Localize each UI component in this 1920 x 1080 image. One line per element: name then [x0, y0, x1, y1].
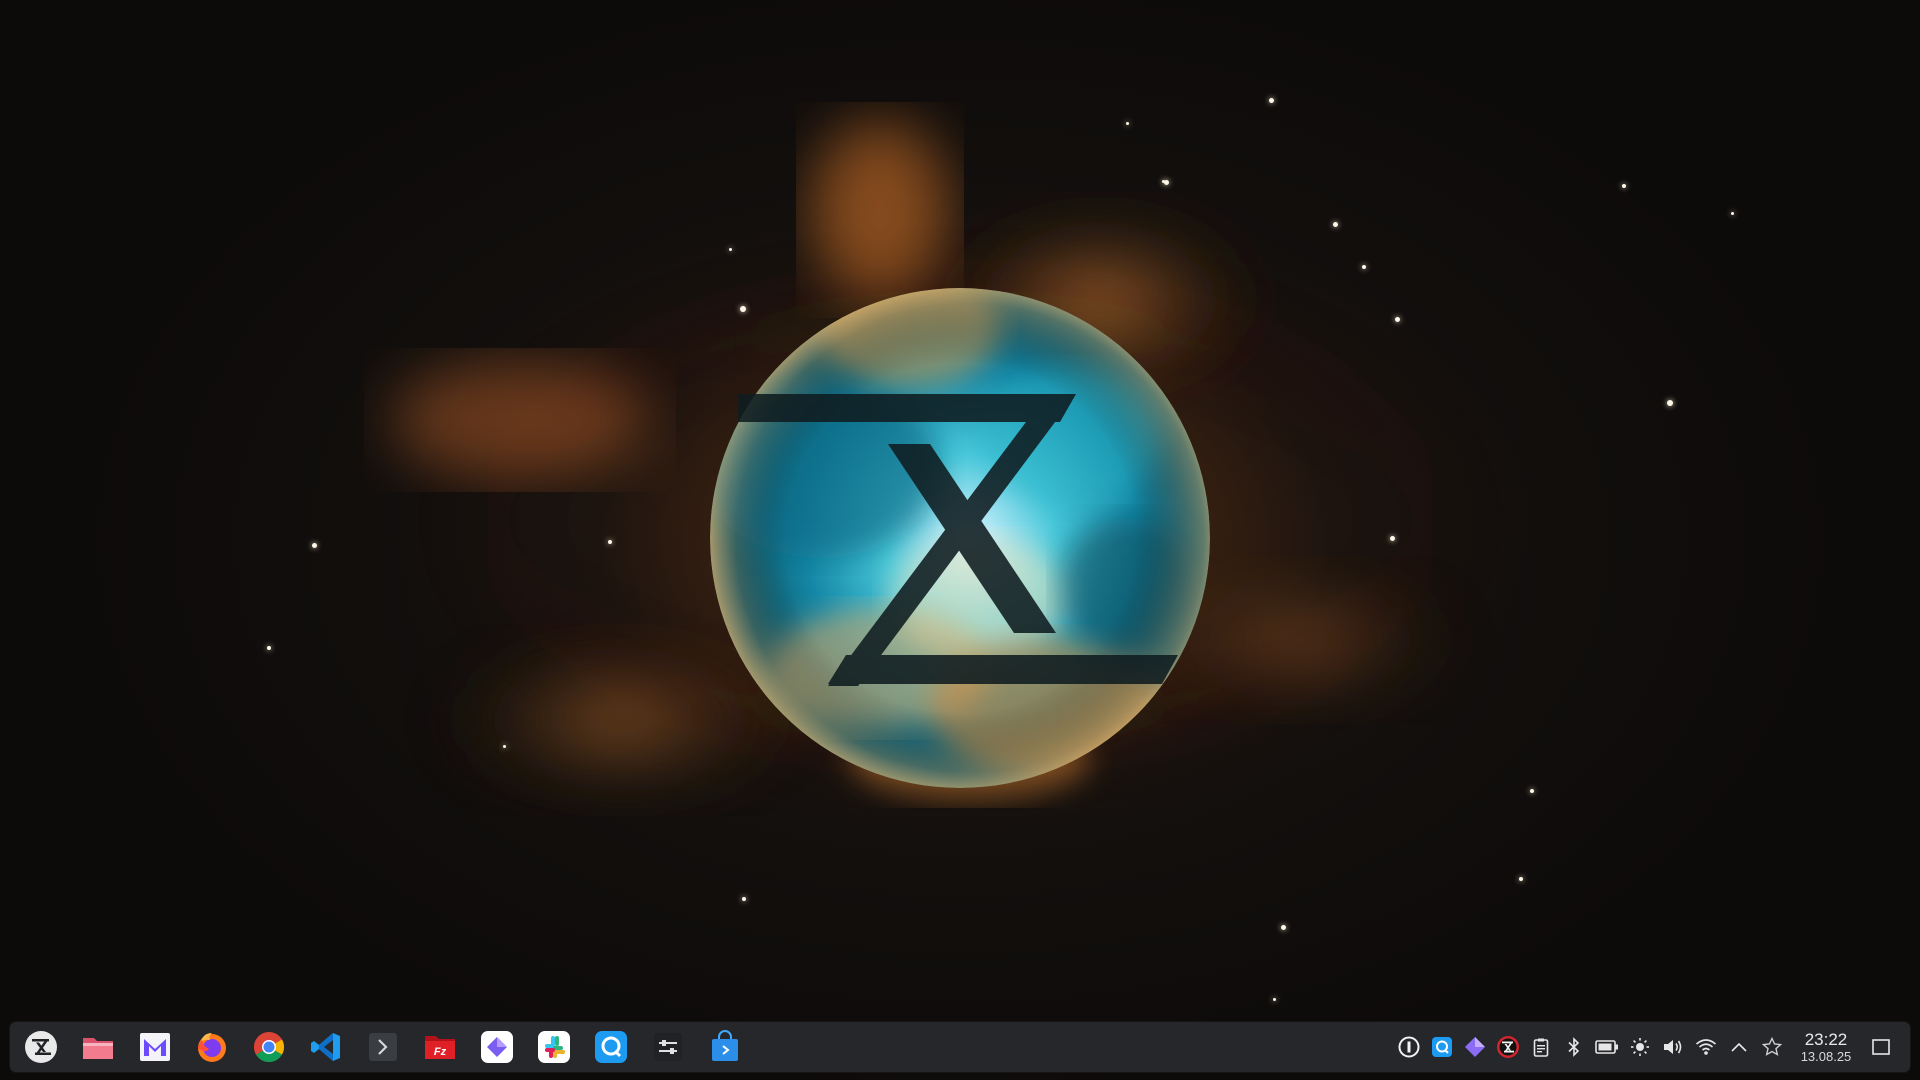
- settings-tweaks-button[interactable]: [645, 1024, 691, 1070]
- chat-tray[interactable]: [1425, 1027, 1458, 1067]
- sliders-icon: [654, 1033, 682, 1061]
- firefox-icon: [198, 1033, 226, 1062]
- terminal-icon: [369, 1033, 397, 1061]
- system-logo-tray-icon: [1496, 1036, 1519, 1058]
- star: [312, 543, 317, 548]
- bluetooth-tray[interactable]: [1557, 1027, 1590, 1067]
- svg-text:Fz: Fz: [434, 1046, 447, 1058]
- filezilla-button[interactable]: Fz: [417, 1024, 463, 1070]
- store-icon: [712, 1030, 738, 1061]
- wifi-tray[interactable]: [1689, 1027, 1722, 1067]
- chat-app-button[interactable]: [588, 1024, 634, 1070]
- task-manager: Fz: [10, 1022, 759, 1072]
- show-desktop-icon: [1872, 1039, 1890, 1055]
- slack-icon: [538, 1031, 570, 1063]
- pin-icon: [1761, 1037, 1782, 1056]
- desktop: [0, 0, 1920, 1080]
- folder-icon: [83, 1038, 113, 1059]
- show-desktop-button[interactable]: [1862, 1027, 1900, 1067]
- mail-icon: [140, 1033, 170, 1061]
- star: [608, 540, 612, 544]
- battery-tray[interactable]: [1590, 1027, 1623, 1067]
- star: [1731, 212, 1734, 215]
- star: [1333, 222, 1338, 227]
- file-manager-button[interactable]: [75, 1024, 121, 1070]
- password-manager-icon: [1398, 1036, 1419, 1058]
- tray-expander[interactable]: [1722, 1027, 1755, 1067]
- chevron-up-icon: [1730, 1042, 1747, 1052]
- wallpaper-logo: [710, 288, 1210, 788]
- mail-client-button[interactable]: [132, 1024, 178, 1070]
- clock-time: 23:22: [1804, 1030, 1848, 1049]
- clipboard-tray[interactable]: [1524, 1027, 1557, 1067]
- star: [1395, 317, 1400, 322]
- bluetooth-icon: [1567, 1037, 1579, 1057]
- digital-clock[interactable]: 23:22 13.08.25: [1790, 1027, 1862, 1067]
- star: [1519, 877, 1523, 881]
- chrome-icon: [253, 1032, 285, 1062]
- terminal-button[interactable]: [360, 1024, 406, 1070]
- star: [1362, 265, 1366, 269]
- star: [267, 646, 271, 650]
- pin-panel-tray[interactable]: [1755, 1027, 1788, 1067]
- volume-icon: [1663, 1040, 1681, 1054]
- clock-date: 13.08.25: [1800, 1049, 1852, 1064]
- diamond-tray-icon: [1464, 1037, 1485, 1057]
- star: [1622, 184, 1626, 188]
- app-launcher-button[interactable]: [18, 1024, 64, 1070]
- chat-tray-icon: [1431, 1037, 1452, 1057]
- diamond-tray[interactable]: [1458, 1027, 1491, 1067]
- firefox-button[interactable]: [189, 1024, 235, 1070]
- star: [1667, 400, 1673, 406]
- software-store-button[interactable]: [702, 1024, 748, 1070]
- diamond-app-button[interactable]: [474, 1024, 520, 1070]
- launcher-logo-icon: [25, 1031, 57, 1063]
- filezilla-icon: Fz: [425, 1036, 455, 1059]
- star: [1273, 998, 1276, 1001]
- chat-icon: [595, 1031, 627, 1063]
- wifi-icon: [1695, 1039, 1716, 1055]
- star: [503, 745, 506, 748]
- star: [1269, 98, 1274, 103]
- star: [1126, 122, 1129, 125]
- star: [1162, 180, 1165, 183]
- slack-button[interactable]: [531, 1024, 577, 1070]
- clipboard-icon: [1533, 1038, 1548, 1057]
- brightness-icon: [1630, 1038, 1649, 1056]
- star: [1281, 925, 1286, 930]
- chrome-button[interactable]: [246, 1024, 292, 1070]
- vscode-button[interactable]: [303, 1024, 349, 1070]
- system-logo-tray[interactable]: [1491, 1027, 1524, 1067]
- battery-icon: [1594, 1040, 1618, 1054]
- star: [729, 248, 732, 251]
- diamond-icon: [481, 1031, 513, 1063]
- star: [1530, 789, 1534, 793]
- star: [742, 897, 746, 901]
- system-tray: 23:22 13.08.25: [1392, 1022, 1910, 1072]
- brightness-tray[interactable]: [1623, 1027, 1656, 1067]
- vscode-icon: [311, 1033, 340, 1061]
- taskbar: Fz 23:22 13.08.25: [10, 1022, 1910, 1072]
- star: [1390, 536, 1395, 541]
- volume-tray[interactable]: [1656, 1027, 1689, 1067]
- password-manager-tray[interactable]: [1392, 1027, 1425, 1067]
